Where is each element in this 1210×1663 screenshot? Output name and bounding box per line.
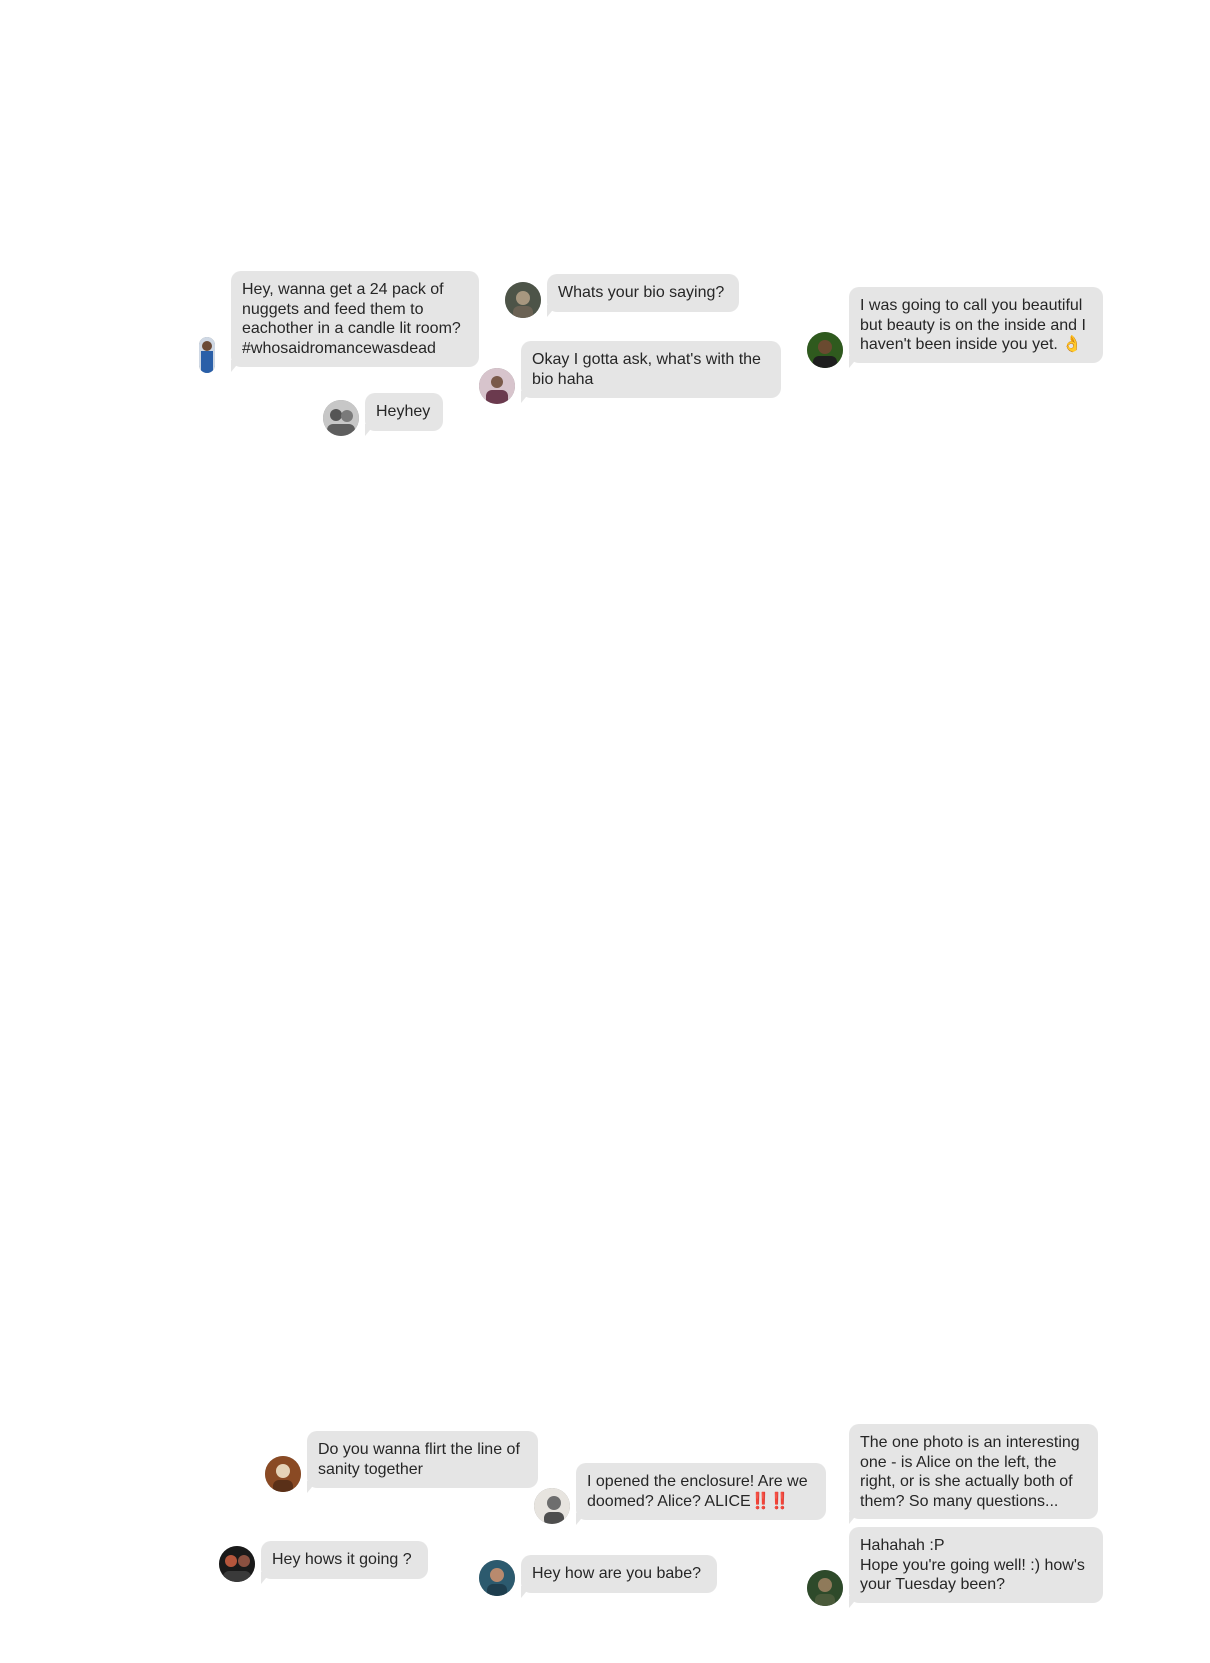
avatar-photo-icon: [534, 1488, 570, 1524]
message-bubble: Okay I gotta ask, what's with the bio ha…: [521, 341, 781, 398]
message-text: I was going to call you beautiful but be…: [860, 297, 1091, 353]
message-bubble: Heyhey: [365, 393, 443, 431]
sender-avatar[interactable]: [534, 1488, 570, 1524]
avatar-photo-icon: [265, 1456, 301, 1492]
double-exclamation-icon: ‼️‼️: [750, 1492, 790, 1510]
sender-avatar[interactable]: [807, 332, 843, 368]
avatar-photo-icon: [323, 400, 359, 436]
avatar-photo-icon: [505, 282, 541, 318]
message-bubble: Hey how are you babe?: [521, 1555, 717, 1593]
sender-avatar[interactable]: [479, 1560, 515, 1596]
avatar-photo-icon: [479, 368, 515, 404]
sender-avatar[interactable]: [199, 337, 215, 373]
sender-avatar[interactable]: [479, 368, 515, 404]
sender-avatar[interactable]: [323, 400, 359, 436]
ok-hand-emoji-icon: 👌: [1062, 336, 1083, 353]
sender-avatar[interactable]: [807, 1570, 843, 1606]
sender-avatar[interactable]: [505, 282, 541, 318]
message-bubble: Do you wanna flirt the line of sanity to…: [307, 1431, 538, 1488]
avatar-photo-icon: [199, 337, 215, 373]
message-bubble: Whats your bio saying?: [547, 274, 739, 312]
message-bubble: Hahahah :P Hope you're going well! :) ho…: [849, 1527, 1103, 1603]
sender-avatar[interactable]: [219, 1546, 255, 1582]
message-bubble: Hey hows it going ?: [261, 1541, 428, 1579]
avatar-photo-icon: [807, 1570, 843, 1606]
message-bubble: Hey, wanna get a 24 pack of nuggets and …: [231, 271, 479, 367]
message-bubble: The one photo is an interesting one - is…: [849, 1424, 1098, 1519]
message-bubble: I was going to call you beautiful but be…: [849, 287, 1103, 363]
avatar-photo-icon: [479, 1560, 515, 1596]
avatar-photo-icon: [807, 332, 843, 368]
avatar-photo-icon: [219, 1546, 255, 1582]
sender-avatar[interactable]: [265, 1456, 301, 1492]
message-bubble: I opened the enclosure! Are we doomed? A…: [576, 1463, 826, 1520]
